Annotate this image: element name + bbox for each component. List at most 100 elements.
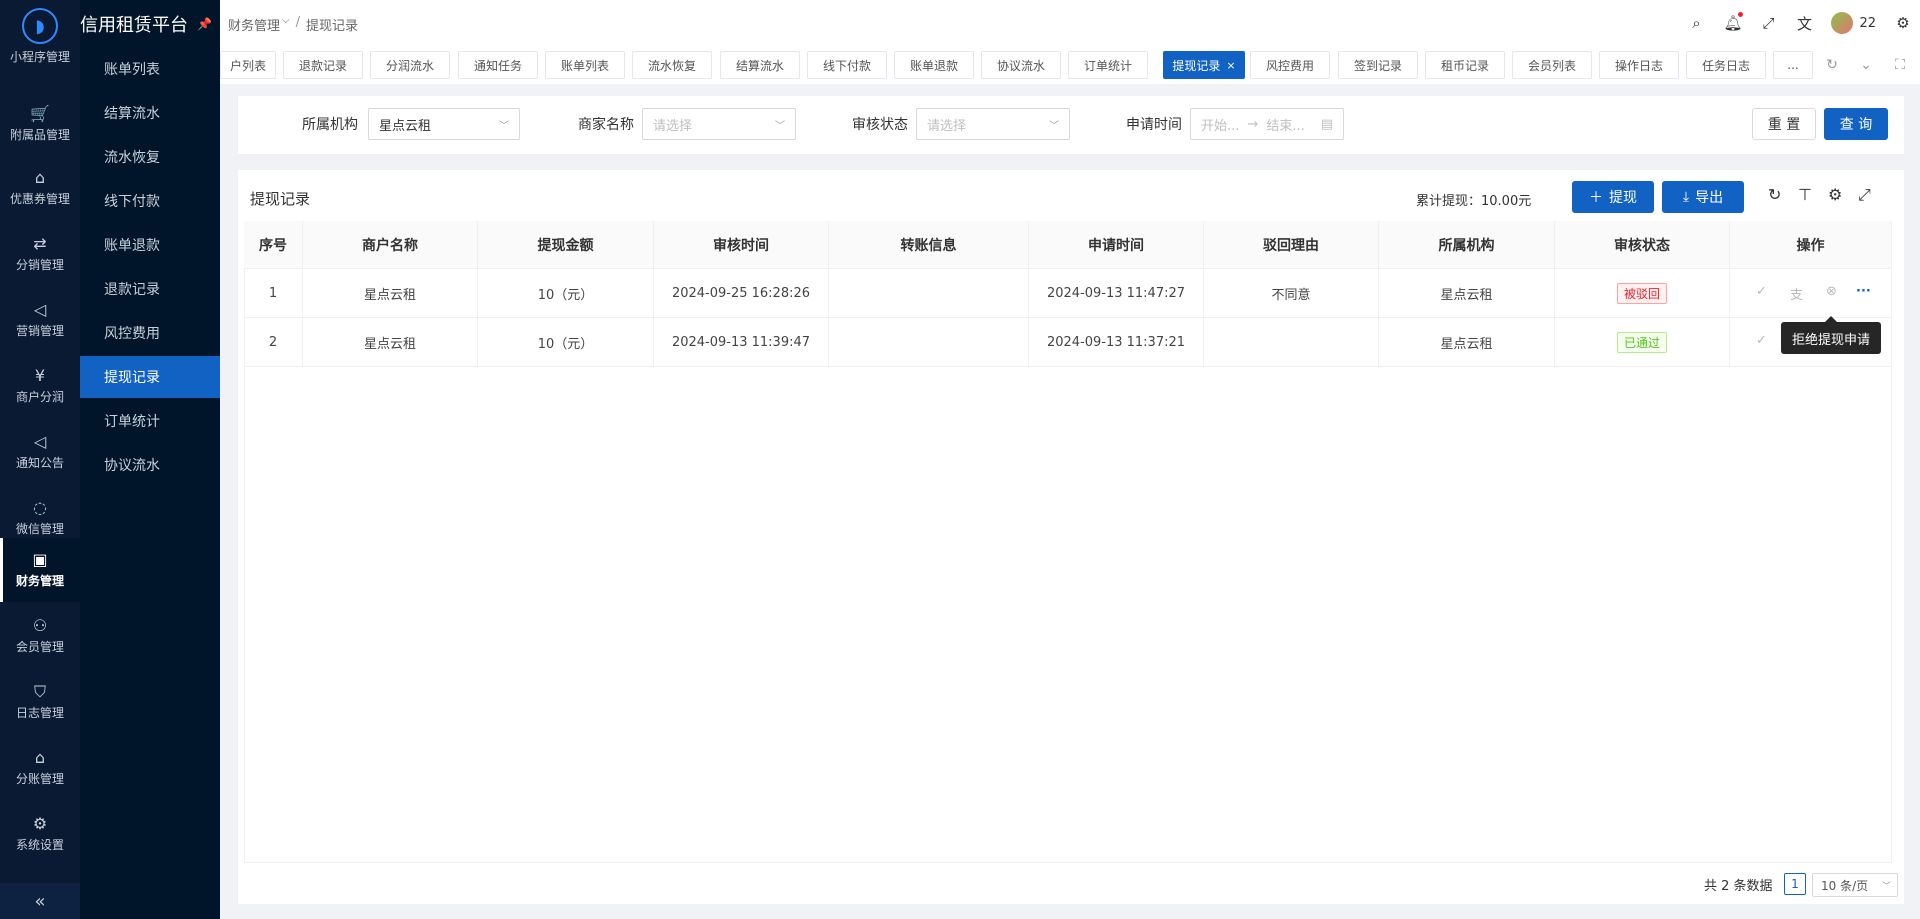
avatar[interactable] [1831, 12, 1854, 34]
export-button-label: 导出 [1695, 190, 1724, 206]
submenu-item-5[interactable]: 退款记录 [80, 268, 220, 310]
submenu-item-9[interactable]: 协议流水 [80, 444, 220, 486]
page-size-value: 10 条/页 [1821, 878, 1869, 893]
submenu-item-2[interactable]: 流水恢复 [80, 136, 220, 178]
table-cell-status: 已通过 [1555, 318, 1730, 367]
rail-item-label: 分销管理 [15, 257, 64, 272]
search-button[interactable]: 查 询 [1824, 108, 1888, 140]
date-start[interactable]: 开始... [1201, 115, 1239, 134]
rail-item-1[interactable]: ⌂ 优惠券管理 [0, 156, 80, 220]
withdraw-button-label: 提现 [1609, 190, 1637, 206]
rail-item-7[interactable]: ▣ 财务管理 [0, 538, 80, 602]
tab-5[interactable]: 流水恢复 [632, 51, 712, 79]
table-cell-amount: 10（元） [478, 318, 654, 367]
submenu-item-1[interactable]: 结算流水 [80, 92, 220, 134]
rail-item-2[interactable]: ⇄ 分销管理 [0, 222, 80, 286]
tab-4[interactable]: 账单列表 [545, 51, 625, 79]
tab-label: 任务日志 [1701, 58, 1750, 73]
tab-13[interactable]: 签到记录 [1338, 51, 1418, 79]
translate-icon[interactable]: 文 [1795, 13, 1813, 34]
fullscreen-icon[interactable]: ⤢ [1858, 185, 1871, 205]
refresh-tabs-icon[interactable]: ↻ [1818, 51, 1846, 79]
rail-item-0[interactable]: 🛒 附属品管理 [0, 92, 80, 156]
tab-6[interactable]: 结算流水 [720, 51, 800, 79]
chevron-down-icon[interactable]: ⌄ [1852, 51, 1880, 79]
submenu-item-0[interactable]: 账单列表 [80, 48, 220, 90]
more-icon[interactable]: ··· [1856, 284, 1871, 299]
tab-16[interactable]: 操作日志 [1599, 51, 1679, 79]
transfer-icon[interactable]: 支 [1790, 284, 1803, 303]
maximize-icon[interactable]: ⛶ [1886, 51, 1914, 79]
tab-1[interactable]: 退款记录 [283, 51, 363, 79]
approve-icon[interactable]: ✓ [1756, 333, 1767, 348]
submenu-item-6[interactable]: 风控费用 [80, 312, 220, 354]
tab-7[interactable]: 线下付款 [807, 51, 887, 79]
topbar-icons: ⌕ 🔔︎ ⤢ 文 22 ⚙ [1687, 12, 1920, 34]
tab-8[interactable]: 账单退款 [894, 51, 974, 79]
rail-item-9[interactable]: ⛉ 日志管理 [0, 670, 80, 734]
tab-label: 线下付款 [822, 58, 871, 73]
rail-item-miniapp[interactable]: 小程序管理 [0, 48, 80, 65]
org-select[interactable]: 星点云租 ﹀ [368, 108, 520, 140]
tab-2[interactable]: 分润流水 [370, 51, 450, 79]
table-header-cell: 提现金额 [478, 221, 654, 269]
pin-icon[interactable]: 📌 [197, 17, 212, 31]
page-size-select[interactable]: 10 条/页 ﹀ [1812, 873, 1898, 897]
tab-10[interactable]: 订单统计 [1068, 51, 1148, 79]
tab-17[interactable]: 任务日志 [1686, 51, 1766, 79]
table-cell-no: 2 [244, 318, 303, 367]
gear-icon[interactable]: ⚙ [1894, 14, 1912, 32]
rail-item-10[interactable]: ⌂ 分账管理 [0, 736, 80, 800]
approve-icon[interactable]: ✓ [1756, 284, 1767, 299]
rail-item-3[interactable]: ◁ 营销管理 [0, 288, 80, 352]
tab-label: 操作日志 [1614, 58, 1663, 73]
date-label: 申请时间 [1126, 117, 1182, 133]
tab-11[interactable]: 提现记录 × [1163, 51, 1245, 79]
rail-item-5[interactable]: ◁ 通知公告 [0, 420, 80, 484]
fullscreen-icon[interactable]: ⤢ [1759, 14, 1777, 32]
submenu-item-8[interactable]: 订单统计 [80, 400, 220, 442]
tab-0[interactable]: 户列表 [220, 51, 276, 79]
table-cell-apply_time: 2024-09-13 11:47:27 [1029, 269, 1204, 318]
bell-icon[interactable]: 🔔︎ [1723, 12, 1744, 32]
rail-item-8[interactable]: ⚇ 会员管理 [0, 604, 80, 668]
breadcrumb-parent[interactable]: 财务管理 [228, 15, 280, 34]
user-name[interactable]: 22 [1859, 16, 1876, 31]
tab-18[interactable]: ... [1773, 51, 1813, 79]
export-button[interactable]: ⤓ 导出 [1662, 181, 1744, 213]
rail-item-11[interactable]: ⚙ 系统设置 [0, 802, 80, 866]
settings-icon[interactable]: ⚙ [1828, 185, 1842, 204]
tab-label: ... [1787, 58, 1799, 72]
submenu-item-3[interactable]: 线下付款 [80, 180, 220, 222]
pagination-page[interactable]: 1 [1784, 873, 1806, 895]
table-cell-merchant: 星点云租 [303, 318, 478, 367]
tab-12[interactable]: 风控费用 [1250, 51, 1330, 79]
tab-label: 结算流水 [735, 58, 784, 73]
chevron-down-icon: ﹀ [1049, 121, 1059, 132]
date-range-picker[interactable]: 开始... → 结束... ▤ [1190, 108, 1344, 140]
tab-15[interactable]: 会员列表 [1512, 51, 1592, 79]
tab-9[interactable]: 协议流水 [981, 51, 1061, 79]
reject-icon[interactable]: ⊗ [1826, 284, 1837, 299]
collapse-sidebar-button[interactable]: « [0, 883, 80, 919]
close-icon[interactable]: × [1226, 59, 1235, 72]
calendar-icon: ▤ [1320, 116, 1333, 132]
date-end[interactable]: 结束... [1266, 115, 1304, 134]
tab-14[interactable]: 租币记录 [1425, 51, 1505, 79]
search-icon[interactable]: ⌕ [1687, 14, 1705, 32]
table-cell-status: 被驳回 [1555, 269, 1730, 318]
submenu-item-4[interactable]: 账单退款 [80, 224, 220, 266]
table-header-cell: 审核状态 [1555, 221, 1730, 269]
status-select[interactable]: 请选择 ﹀ [916, 108, 1070, 140]
rail-item-4[interactable]: ¥ 商户分润 [0, 354, 80, 418]
tab-3[interactable]: 通知任务 [458, 51, 538, 79]
tab-label: 账单列表 [560, 58, 609, 73]
refresh-icon[interactable]: ↻ [1768, 185, 1781, 204]
merchant-select[interactable]: 请选择 ﹀ [642, 108, 796, 140]
reset-button[interactable]: 重 置 [1752, 108, 1816, 140]
column-height-icon[interactable]: ⊤ [1798, 185, 1812, 204]
submenu-item-7[interactable]: 提现记录 [80, 356, 220, 398]
withdraw-button[interactable]: ＋ 提现 [1572, 181, 1654, 213]
distribution-icon: ⇄ [33, 233, 47, 253]
tab-label: 签到记录 [1353, 58, 1402, 73]
